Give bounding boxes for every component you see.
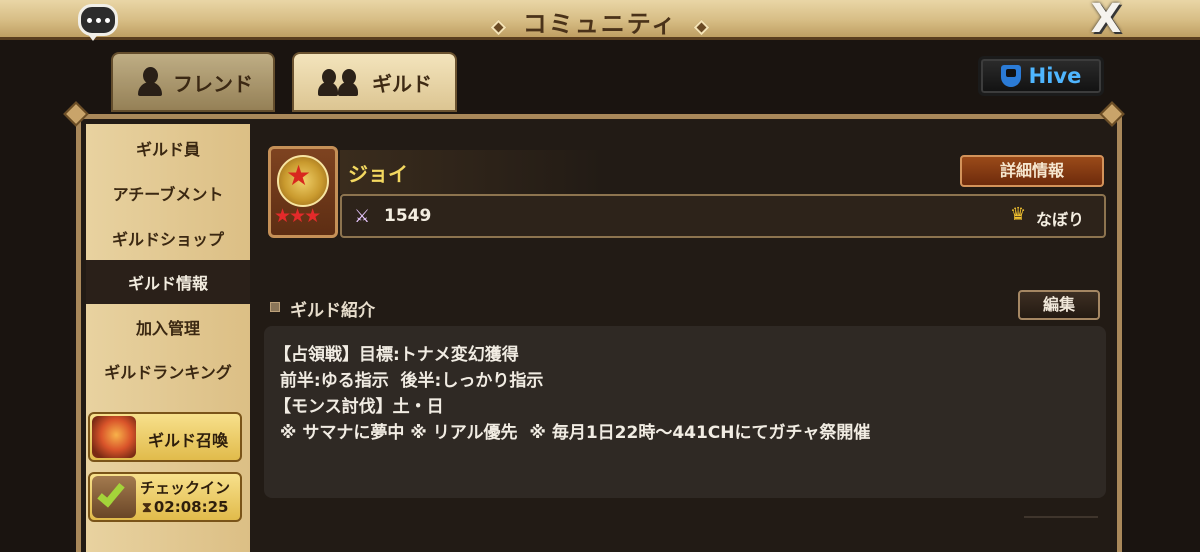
checkin-timer-value: 02:08:25 bbox=[153, 498, 229, 516]
intro-heading: ギルド紹介 bbox=[290, 301, 375, 321]
sidebar-item-shop[interactable]: ギルドショップ bbox=[86, 216, 250, 260]
edit-button[interactable]: 編集 bbox=[1018, 290, 1100, 320]
guild-master-name: なぼり bbox=[1036, 210, 1085, 229]
hive-label: Hive bbox=[1028, 64, 1082, 88]
sidebar-item-members[interactable]: ギルド員 bbox=[86, 126, 250, 170]
tab-friends[interactable]: フレンド bbox=[111, 52, 275, 112]
intro-line: 【モンス討伐】土・日 bbox=[274, 397, 444, 417]
details-button[interactable]: 詳細情報 bbox=[960, 155, 1104, 187]
bullet-icon bbox=[270, 302, 280, 312]
intro-line: ※ サマナに夢中 ※ リアル優先 ※ 毎月1日22時～441CHにてガチャ祭開催 bbox=[274, 423, 871, 443]
intro-line: 【占領戦】目標:トナメ変幻獲得 bbox=[274, 345, 519, 365]
sidebar-item-join-management[interactable]: 加入管理 bbox=[86, 305, 250, 349]
guild-emblem-icon: ★ ★★★ bbox=[268, 146, 338, 238]
checkin-button[interactable]: チェックイン ⧗ 02:08:25 bbox=[88, 472, 242, 522]
divider bbox=[1024, 516, 1098, 518]
person-icon bbox=[137, 67, 163, 97]
top-bar: コミュニティ X bbox=[0, 0, 1200, 41]
checkin-timer: ⧗ 02:08:25 bbox=[142, 498, 228, 516]
guild-score: 1549 bbox=[384, 206, 432, 226]
guild-name: ジョイ bbox=[348, 162, 408, 186]
crown-icon: ♛ bbox=[1010, 204, 1027, 225]
sidebar-item-achievements[interactable]: アチーブメント bbox=[86, 171, 250, 215]
close-button[interactable]: X bbox=[1088, 0, 1124, 39]
sidebar-item-ranking[interactable]: ギルドランキング bbox=[86, 349, 250, 393]
checkin-icon bbox=[92, 476, 136, 518]
page-title: コミュニティ bbox=[522, 10, 678, 38]
hive-button[interactable]: Hive bbox=[978, 56, 1104, 96]
group-icon bbox=[318, 67, 362, 97]
guild-stat-bar: ⚔ 1549 ♛ なぼり bbox=[340, 194, 1106, 238]
hourglass-icon: ⧗ bbox=[142, 500, 152, 516]
title-ornament-left-icon bbox=[490, 19, 506, 36]
summon-label: ギルド召喚 bbox=[148, 431, 229, 450]
hive-logo-icon bbox=[1000, 65, 1021, 87]
title-wrap: コミュニティ bbox=[0, 4, 1200, 39]
checkin-label: チェックイン bbox=[140, 479, 231, 497]
guild-summon-button[interactable]: ギルド召喚 bbox=[88, 412, 242, 462]
intro-text-box: 【占領戦】目標:トナメ変幻獲得 前半:ゆる指示 後半:しっかり指示 【モンス討伐… bbox=[264, 326, 1106, 498]
tab-label: フレンド bbox=[173, 71, 253, 96]
tab-guild[interactable]: ギルド bbox=[292, 52, 457, 112]
crossed-swords-icon: ⚔ bbox=[354, 206, 371, 227]
intro-line: 前半:ゆる指示 後半:しっかり指示 bbox=[274, 371, 544, 391]
sidebar-item-guild-info[interactable]: ギルド情報 bbox=[86, 260, 250, 304]
summon-icon bbox=[92, 416, 136, 458]
title-ornament-right-icon bbox=[694, 19, 710, 36]
tab-label: ギルド bbox=[372, 71, 432, 96]
